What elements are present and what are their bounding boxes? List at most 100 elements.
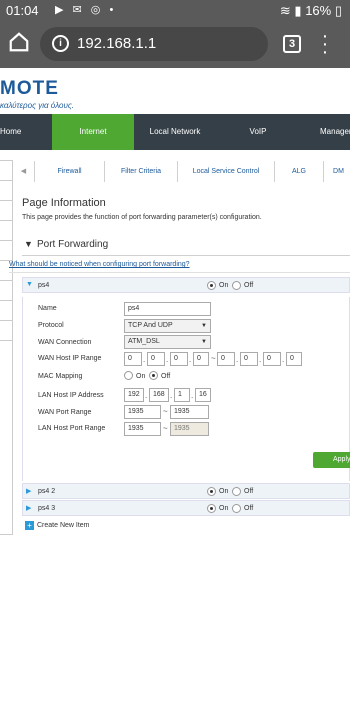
notification-icons: ▶ ✉ ◎ •: [55, 4, 117, 16]
ip-dot: .: [166, 355, 169, 364]
wan-ip-start-1[interactable]: 0: [124, 352, 142, 366]
collapse-icon[interactable]: ▼: [24, 239, 33, 249]
side-menu-item[interactable]: [0, 201, 12, 221]
url-text: 192.168.1.1: [77, 35, 157, 52]
rule-on-radio[interactable]: [207, 504, 216, 513]
side-menu-item[interactable]: [0, 241, 12, 261]
notice-link[interactable]: What should be noticed when configuring …: [9, 261, 190, 268]
nav-local-network[interactable]: Local Network: [134, 114, 216, 150]
sub-tabs: ◀ Firewall Filter Criteria Local Service…: [13, 161, 350, 182]
wan-ip-label: WAN Host IP Range: [38, 355, 102, 362]
rule-row[interactable]: ▶ ps4 3 On Off: [22, 500, 350, 516]
off-label: Off: [161, 373, 171, 380]
range-tilde: ~: [163, 424, 168, 433]
side-menu-item[interactable]: [0, 321, 12, 341]
rule-off-radio[interactable]: [232, 487, 241, 496]
page-title: Page Information: [22, 197, 106, 209]
on-label: On: [136, 373, 146, 380]
lan-port-end: 1935: [170, 422, 209, 436]
rule-on-radio[interactable]: [207, 281, 216, 290]
rule-form: Name ps4 Protocol TCP And UDP ▼ WAN Conn…: [22, 297, 350, 481]
name-input[interactable]: ps4: [124, 302, 211, 316]
brand-tagline: καλύτερος για όλους.: [0, 101, 74, 110]
section-header[interactable]: ▼ Port Forwarding: [22, 234, 350, 256]
lan-port-start[interactable]: 1935: [124, 422, 161, 436]
status-right: ≋ ▮ 16% ▯: [280, 3, 342, 19]
status-bar: 01:04 ▶ ✉ ◎ • ≋ ▮ 16% ▯: [0, 0, 350, 22]
nav-voip[interactable]: VoIP: [216, 114, 300, 150]
signal-icon: ▮: [294, 3, 302, 18]
wan-ip-end-1[interactable]: 0: [217, 352, 235, 366]
address-bar[interactable]: i 192.168.1.1: [40, 27, 268, 61]
wan-port-end[interactable]: 1935: [170, 405, 209, 419]
wan-connection-select[interactable]: ATM_DSL ▼: [124, 335, 211, 349]
mac-mapping-label: MAC Mapping: [38, 373, 83, 380]
side-menu-item[interactable]: [0, 281, 12, 301]
wan-ip-end-2[interactable]: 0: [240, 352, 258, 366]
wan-ip-start-4[interactable]: 0: [193, 352, 209, 366]
nav-internet[interactable]: Internet: [52, 114, 134, 150]
side-menu-item[interactable]: [0, 161, 12, 181]
side-menu-item[interactable]: [0, 221, 12, 241]
on-label: On: [219, 505, 229, 512]
lan-ip-4[interactable]: 16: [195, 388, 211, 402]
rule-row[interactable]: ▶ ps4 2 On Off: [22, 483, 350, 499]
lan-ip-3[interactable]: 1: [174, 388, 190, 402]
section-title: Port Forwarding: [37, 239, 109, 250]
expand-icon[interactable]: ▶: [26, 487, 31, 495]
browser-toolbar: i 192.168.1.1 3 · · ·: [0, 22, 350, 68]
expand-icon[interactable]: ▼: [26, 281, 33, 288]
wan-connection-label: WAN Connection: [38, 339, 92, 346]
tab-alg[interactable]: ALG: [275, 161, 324, 182]
rule-name: ps4 2: [38, 488, 56, 495]
chevron-down-icon: ▼: [201, 339, 207, 345]
on-label: On: [219, 282, 229, 289]
lan-ip-1[interactable]: 192: [124, 388, 144, 402]
apply-button[interactable]: Apply: [313, 452, 350, 468]
create-label: Create New Item: [37, 522, 90, 529]
ip-dot: .: [189, 355, 192, 364]
tab-local-service-control[interactable]: Local Service Control: [178, 161, 275, 182]
tab-switcher-button[interactable]: 3: [283, 35, 301, 53]
ip-dot: .: [259, 355, 262, 364]
home-icon[interactable]: [8, 31, 30, 53]
lan-port-label: LAN Host Port Range: [38, 425, 106, 432]
wan-ip-start-2[interactable]: 0: [147, 352, 165, 366]
page-description: This page provides the function of port …: [22, 214, 262, 221]
rule-off-radio[interactable]: [232, 504, 241, 513]
protocol-select[interactable]: TCP And UDP ▼: [124, 319, 211, 333]
wan-ip-end-4[interactable]: 0: [286, 352, 302, 366]
battery-icon: ▯: [334, 3, 342, 18]
ip-dot: .: [191, 391, 194, 400]
side-menu-item[interactable]: [0, 181, 12, 201]
tab-firewall[interactable]: Firewall: [35, 161, 105, 182]
nav-management[interactable]: Managem: [300, 114, 350, 150]
more-menu-icon[interactable]: · · ·: [320, 26, 330, 62]
rule-row[interactable]: ▼ ps4 On Off: [22, 277, 350, 293]
ip-dot: .: [236, 355, 239, 364]
expand-icon[interactable]: ▶: [26, 504, 31, 512]
mac-off-radio[interactable]: [149, 371, 158, 380]
tab-dm[interactable]: DM: [324, 161, 350, 182]
protocol-value: TCP And UDP: [128, 322, 173, 329]
rule-off-radio[interactable]: [232, 281, 241, 290]
wan-ip-start-3[interactable]: 0: [170, 352, 188, 366]
nav-home[interactable]: Home: [0, 114, 52, 150]
wan-port-start[interactable]: 1935: [124, 405, 161, 419]
lan-ip-2[interactable]: 168: [149, 388, 169, 402]
plus-icon: +: [25, 521, 34, 530]
battery-level: 16%: [305, 3, 332, 18]
tab-filter-criteria[interactable]: Filter Criteria: [105, 161, 178, 182]
rule-on-radio[interactable]: [207, 487, 216, 496]
info-icon[interactable]: i: [52, 35, 69, 52]
create-new-item-button[interactable]: + Create New Item: [22, 519, 350, 534]
wan-ip-end-3[interactable]: 0: [263, 352, 281, 366]
scroll-left-icon[interactable]: ◀: [13, 161, 35, 182]
side-menu-item[interactable]: [0, 301, 12, 321]
clock: 01:04: [6, 3, 39, 18]
off-label: Off: [244, 282, 254, 289]
range-tilde: ~: [211, 354, 216, 363]
off-label: Off: [244, 505, 254, 512]
rule-name: ps4 3: [38, 505, 56, 512]
mac-on-radio[interactable]: [124, 371, 133, 380]
